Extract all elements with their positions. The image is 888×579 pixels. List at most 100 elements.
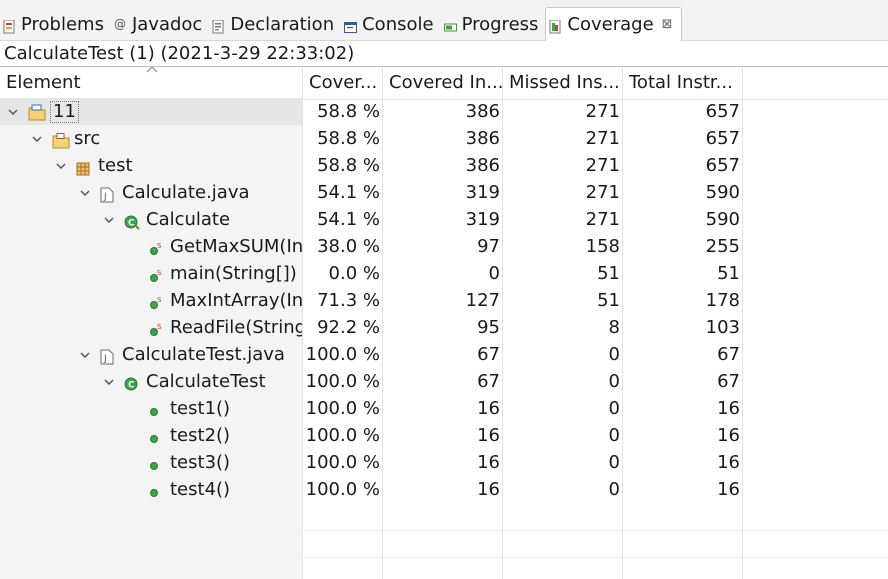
table-row[interactable]: S MaxIntArray(In 71.3 % 127 51 178: [0, 287, 888, 314]
table-row[interactable]: test 58.8 % 386 271 657: [0, 152, 888, 179]
table-row[interactable]: test1() 100.0 % 16 0 16: [0, 395, 888, 422]
element-cell[interactable]: test1(): [0, 395, 302, 422]
coverage-cell: 0.0 %: [328, 263, 380, 284]
total-instructions-cell: 16: [717, 398, 740, 419]
column-header-total-instructions[interactable]: Total Instr...: [623, 67, 743, 99]
missed-instructions-cell: 271: [585, 101, 620, 122]
missed-instructions-cell: 0: [608, 344, 620, 365]
svg-text:J: J: [103, 192, 107, 202]
chevron-down-icon[interactable]: [104, 206, 114, 233]
tab-console[interactable]: Console: [341, 9, 440, 39]
column-header-element[interactable]: Element: [0, 67, 303, 99]
tab-coverage[interactable]: Coverage ⊠: [545, 7, 682, 41]
element-cell[interactable]: test3(): [0, 449, 302, 476]
chevron-down-icon[interactable]: [8, 98, 18, 125]
console-icon: [344, 18, 358, 33]
element-name-cell: test: [56, 152, 133, 179]
table-row[interactable]: src 58.8 % 386 271 657: [0, 125, 888, 152]
tab-label: Coverage: [567, 14, 654, 35]
chevron-down-icon[interactable]: [80, 341, 90, 368]
element-name-cell: S MaxIntArray(In: [128, 287, 302, 314]
method-icon: [148, 481, 164, 499]
tab-problems[interactable]: Problems: [0, 9, 111, 39]
missed-instructions-cell: 0: [608, 425, 620, 446]
element-cell[interactable]: Smain(String[]): [0, 260, 302, 287]
tab-declaration[interactable]: Declaration: [209, 9, 341, 39]
element-label: Calculate.java: [122, 182, 250, 203]
column-header-covered-instructions[interactable]: Covered In...: [383, 67, 503, 99]
element-cell[interactable]: C Calculate: [0, 206, 302, 233]
tab-progress[interactable]: Progress: [441, 9, 546, 39]
method-icon: [148, 400, 164, 418]
element-label: test: [98, 155, 133, 176]
chevron-down-icon[interactable]: [56, 152, 66, 179]
table-row[interactable]: 11 58.8 % 386 271 657: [0, 98, 888, 125]
chevron-down-icon[interactable]: [32, 125, 42, 152]
element-cell[interactable]: src: [0, 125, 302, 152]
missed-instructions-cell: 0: [608, 398, 620, 419]
covered-instructions-cell: 0: [488, 263, 500, 284]
table-row[interactable]: test4() 100.0 % 16 0 16: [0, 476, 888, 503]
svg-text:S: S: [157, 269, 162, 277]
element-cell[interactable]: S GetMaxSUM(In: [0, 233, 302, 260]
view-tab-bar: Problems @ Javadoc Declaration Console P…: [0, 0, 888, 41]
total-instructions-cell: 255: [705, 236, 740, 257]
package-icon: [76, 157, 92, 175]
coverage-cell: 58.8 %: [317, 101, 380, 122]
session-label: CalculateTest (1) (2021-3-29 22:33:02): [4, 43, 355, 64]
coverage-cell: 100.0 %: [305, 452, 380, 473]
covered-instructions-cell: 67: [477, 371, 500, 392]
element-cell[interactable]: C CalculateTest: [0, 368, 302, 395]
missed-instructions-cell: 8: [608, 317, 620, 338]
element-cell[interactable]: S ReadFile(String: [0, 314, 302, 341]
chevron-down-icon[interactable]: [104, 368, 114, 395]
column-header-missed-instructions[interactable]: Missed Ins...: [503, 67, 623, 99]
table-row[interactable]: J Calculate.java 54.1 % 319 271 590: [0, 179, 888, 206]
column-header-coverage[interactable]: Cover...: [303, 67, 383, 99]
covered-instructions-cell: 386: [465, 101, 500, 122]
element-label: test4(): [170, 479, 231, 500]
element-name-cell: Smain(String[]): [128, 260, 297, 287]
close-icon[interactable]: ⊠: [662, 17, 673, 32]
element-cell[interactable]: J CalculateTest.java: [0, 341, 302, 368]
element-name-cell: 11: [8, 98, 79, 125]
coverage-cell: 58.8 %: [317, 155, 380, 176]
tab-label: Javadoc: [131, 13, 203, 35]
table-row[interactable]: J CalculateTest.java 100.0 % 67 0 67: [0, 341, 888, 368]
table-row[interactable]: C Calculate 54.1 % 319 271 590: [0, 206, 888, 233]
element-cell[interactable]: test2(): [0, 422, 302, 449]
covered-instructions-cell: 16: [477, 452, 500, 473]
element-name-cell: S ReadFile(String: [128, 314, 302, 341]
element-cell[interactable]: S MaxIntArray(In: [0, 287, 302, 314]
missed-instructions-cell: 271: [585, 182, 620, 203]
element-cell[interactable]: test4(): [0, 476, 302, 503]
problems-icon: [3, 18, 16, 33]
covered-instructions-cell: 16: [477, 479, 500, 500]
covered-instructions-cell: 16: [477, 425, 500, 446]
element-name-cell: src: [32, 125, 100, 152]
missed-instructions-cell: 271: [585, 155, 620, 176]
method-icon: [148, 427, 164, 445]
table-row[interactable]: test2() 100.0 % 16 0 16: [0, 422, 888, 449]
covered-instructions-cell: 319: [465, 209, 500, 230]
table-row[interactable]: C CalculateTest 100.0 % 67 0 67: [0, 368, 888, 395]
table-row[interactable]: S GetMaxSUM(In 38.0 % 97 158 255: [0, 233, 888, 260]
table-row[interactable]: S ReadFile(String 92.2 % 95 8 103: [0, 314, 888, 341]
element-name-cell: J CalculateTest.java: [80, 341, 285, 368]
element-label: src: [74, 128, 101, 149]
tab-javadoc[interactable]: @ Javadoc: [111, 9, 209, 39]
table-row[interactable]: Smain(String[]) 0.0 % 0 51 51: [0, 260, 888, 287]
chevron-down-icon[interactable]: [80, 179, 90, 206]
coverage-cell: 92.2 %: [317, 317, 380, 338]
element-cell[interactable]: test: [0, 152, 302, 179]
svg-text:S: S: [157, 242, 162, 250]
element-cell[interactable]: J Calculate.java: [0, 179, 302, 206]
total-instructions-cell: 590: [705, 182, 740, 203]
table-row[interactable]: test3() 100.0 % 16 0 16: [0, 449, 888, 476]
element-label: CalculateTest: [146, 371, 266, 392]
total-instructions-cell: 67: [717, 344, 740, 365]
element-cell[interactable]: 11: [0, 98, 302, 125]
